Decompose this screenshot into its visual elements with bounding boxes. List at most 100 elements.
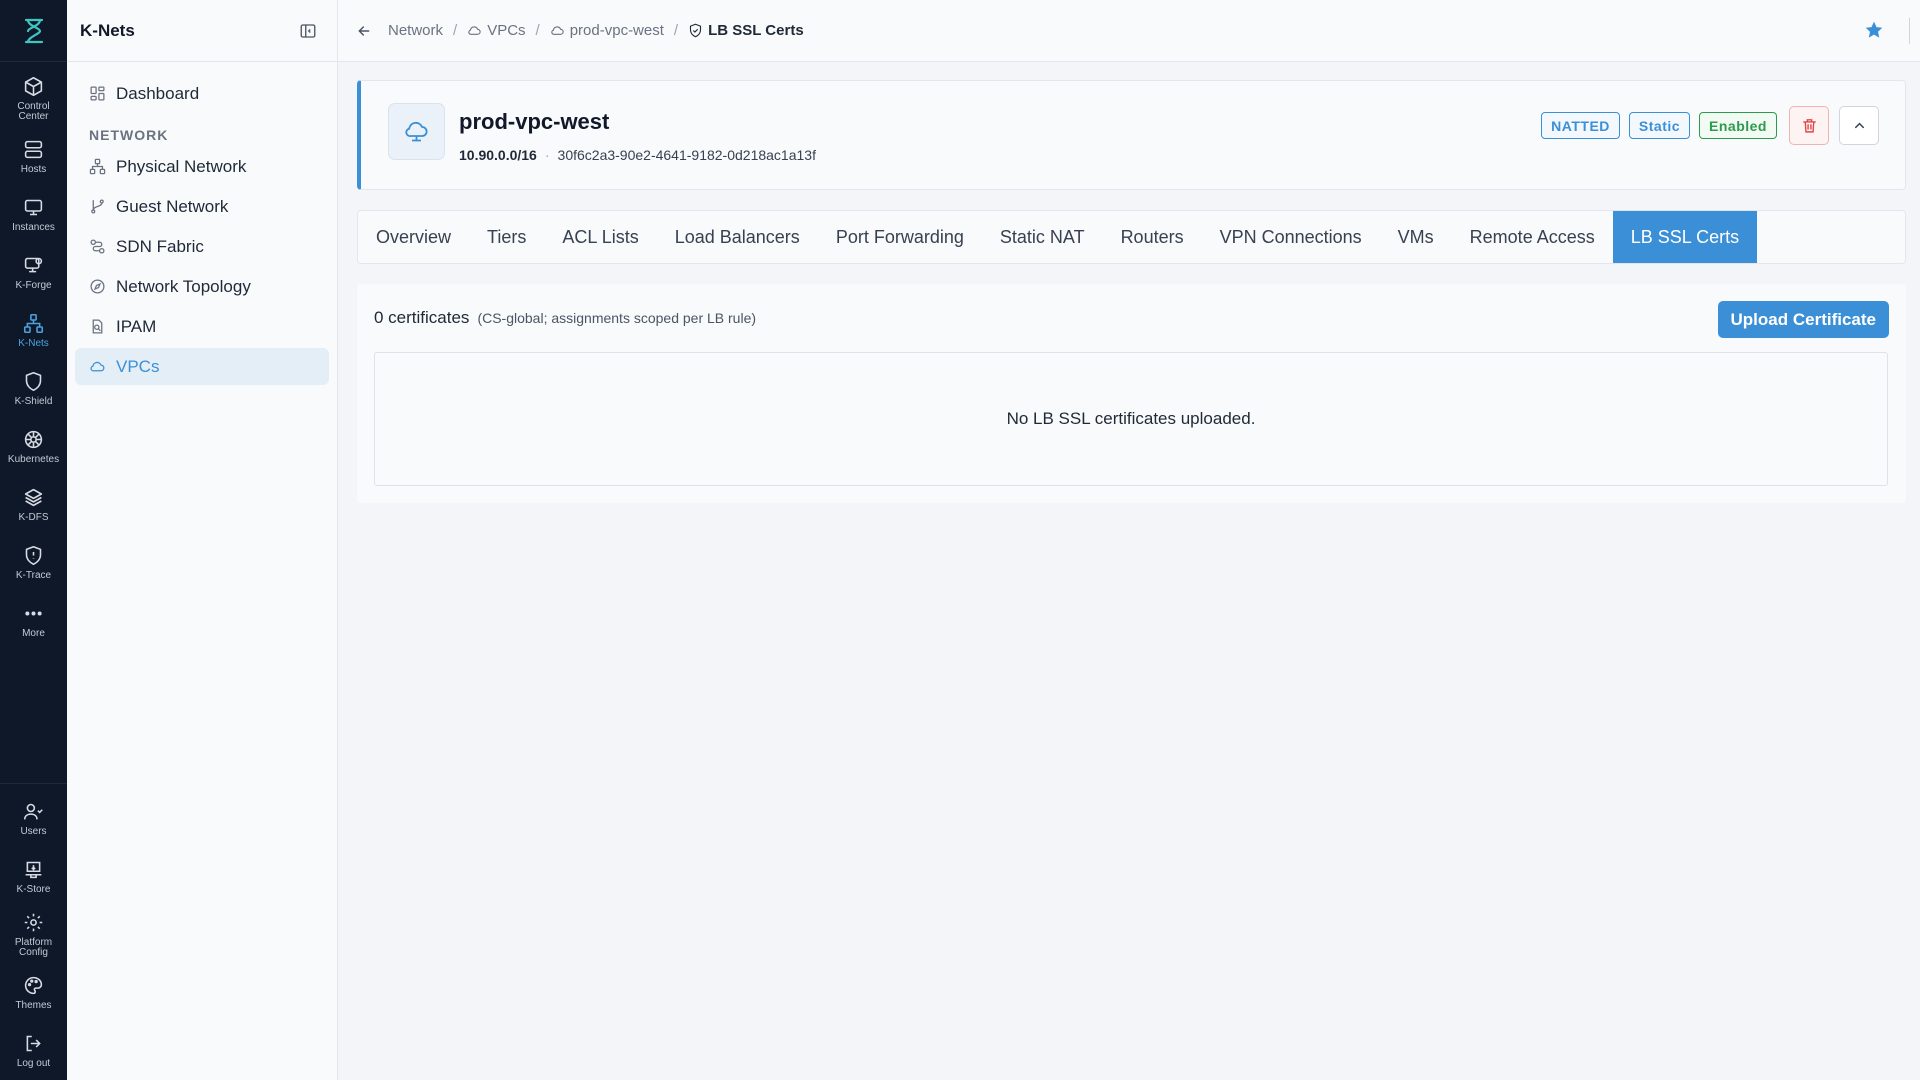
collapse-header-button[interactable] — [1839, 106, 1879, 145]
vpc-tabs: Overview Tiers ACL Lists Load Balancers … — [357, 210, 1906, 264]
sidebar-item-label: SDN Fabric — [116, 236, 204, 256]
natted-badge: NATTED — [1541, 112, 1620, 139]
layers-icon — [24, 488, 43, 507]
tab-load-balancers[interactable]: Load Balancers — [657, 211, 818, 263]
app-rail: Control Center Hosts Instances K-Forge K… — [0, 0, 67, 1080]
sidebar-header: K-Nets — [67, 0, 337, 62]
sidebar-item-network-topology[interactable]: Network Topology — [75, 268, 329, 305]
rail-label: More — [22, 628, 45, 639]
monitor-icon — [24, 199, 43, 216]
breadcrumb-vpc[interactable]: prod-vpc-west — [550, 22, 664, 39]
separator-dot: · — [544, 147, 550, 163]
sidebar-collapse-icon — [300, 23, 316, 38]
compass-icon — [90, 279, 105, 294]
tab-routers[interactable]: Routers — [1103, 211, 1202, 263]
app-logo[interactable] — [0, 0, 67, 62]
rail-item-instances[interactable]: Instances — [0, 186, 67, 244]
rail-item-hosts[interactable]: Hosts — [0, 128, 67, 186]
cert-scope-note: (CS-global; assignments scoped per LB ru… — [477, 310, 757, 326]
sidebar-item-ipam[interactable]: IPAM — [75, 308, 329, 345]
cert-count: 0 certificates — [374, 308, 470, 327]
rail-item-log-out[interactable]: Log out — [0, 1022, 67, 1080]
tab-remote-access[interactable]: Remote Access — [1452, 211, 1613, 263]
git-branch-icon — [91, 199, 104, 214]
tab-vms[interactable]: VMs — [1380, 211, 1452, 263]
breadcrumb-network[interactable]: Network — [388, 22, 443, 39]
sidebar-item-guest-network[interactable]: Guest Network — [75, 188, 329, 225]
shield-alert-icon — [25, 545, 42, 566]
rail-item-more[interactable]: More — [0, 592, 67, 650]
delete-vpc-button[interactable] — [1789, 106, 1829, 145]
cloud-icon — [90, 361, 105, 372]
shield-icon — [25, 371, 42, 392]
tab-vpn-connections[interactable]: VPN Connections — [1202, 211, 1380, 263]
enabled-badge: Enabled — [1699, 112, 1777, 139]
shield-check-icon — [690, 23, 702, 38]
breadcrumb-label: LB SSL Certs — [708, 22, 804, 39]
forge-icon — [24, 257, 43, 273]
module-sidebar: K-Nets Dashboard NETWORK Physical Networ… — [67, 0, 338, 1080]
tab-static-nat[interactable]: Static NAT — [982, 211, 1103, 263]
favorite-button[interactable] — [1864, 20, 1884, 40]
trash-icon — [1802, 119, 1816, 133]
rail-item-k-store[interactable]: K-Store — [0, 848, 67, 906]
empty-state: No LB SSL certificates uploaded. — [374, 352, 1888, 486]
sidebar-item-label: Network Topology — [116, 276, 251, 296]
sidebar-item-label: Physical Network — [116, 156, 247, 176]
sidebar-item-vpcs[interactable]: VPCs — [75, 348, 329, 385]
hourglass-logo-icon — [24, 18, 43, 43]
more-icon — [25, 611, 42, 616]
tab-acl-lists[interactable]: ACL Lists — [544, 211, 656, 263]
rail-item-k-trace[interactable]: K-Trace — [0, 534, 67, 592]
rail-item-k-nets[interactable]: K-Nets — [0, 302, 67, 360]
sidebar-item-label: Dashboard — [116, 83, 200, 103]
rail-item-platform-config[interactable]: Platform Config — [0, 906, 67, 964]
rail-label: Log out — [16, 1058, 51, 1069]
tab-tiers[interactable]: Tiers — [469, 211, 544, 263]
helm-icon — [24, 430, 43, 449]
rail-label: Themes — [15, 1000, 52, 1011]
breadcrumb-separator: / — [535, 22, 540, 39]
rail-item-k-shield[interactable]: K-Shield — [0, 360, 67, 418]
rail-item-k-dfs[interactable]: K-DFS — [0, 476, 67, 534]
rail-label: K-Trace — [15, 570, 52, 581]
rail-item-themes[interactable]: Themes — [0, 964, 67, 1022]
tab-lb-ssl-certs[interactable]: LB SSL Certs — [1612, 211, 1758, 263]
collapse-sidebar-button[interactable] — [299, 22, 317, 40]
topbar: Network / VPCs / prod-vpc-west / LB SSL … — [338, 0, 1920, 62]
static-badge: Static — [1628, 112, 1691, 139]
back-button[interactable] — [356, 23, 372, 39]
star-icon — [1865, 21, 1883, 38]
rail-item-control-center[interactable]: Control Center — [0, 70, 67, 128]
rail-label: Control Center — [17, 101, 50, 122]
upload-certificate-button[interactable]: Upload Certificate — [1717, 301, 1889, 338]
sidebar-title: K-Nets — [80, 20, 135, 40]
rail-label: K-Forge — [15, 280, 52, 291]
tab-port-forwarding[interactable]: Port Forwarding — [818, 211, 982, 263]
rail-label: K-Store — [16, 884, 51, 895]
sidebar-item-label: Guest Network — [116, 196, 229, 216]
rail-label: K-DFS — [18, 512, 49, 523]
breadcrumb-vpcs[interactable]: VPCs — [467, 22, 526, 39]
sidebar-item-physical-network[interactable]: Physical Network — [75, 148, 329, 185]
breadcrumb-label: prod-vpc-west — [569, 22, 664, 39]
rail-label: Kubernetes — [7, 454, 60, 465]
users-icon — [23, 803, 43, 820]
sidebar-item-dashboard[interactable]: Dashboard — [75, 75, 329, 112]
rail-item-kubernetes[interactable]: Kubernetes — [0, 418, 67, 476]
dashboard-icon — [90, 86, 105, 101]
rail-item-k-forge[interactable]: K-Forge — [0, 244, 67, 302]
vpc-subtitle: 10.90.0.0/16 · 30f6c2a3-90e2-4641-9182-0… — [459, 147, 816, 163]
tab-overview[interactable]: Overview — [358, 211, 469, 263]
rail-label: Users — [20, 826, 47, 837]
sidebar-item-label: VPCs — [116, 356, 160, 376]
breadcrumb-label: VPCs — [487, 22, 526, 39]
route-icon — [90, 239, 105, 254]
rail-item-users[interactable]: Users — [0, 790, 67, 848]
breadcrumb-separator: / — [453, 22, 458, 39]
vpc-cidr: 10.90.0.0/16 — [459, 147, 537, 163]
vpc-icon-tile — [388, 103, 445, 160]
sidebar-item-sdn-fabric[interactable]: SDN Fabric — [75, 228, 329, 265]
vpc-header-card: prod-vpc-west 10.90.0.0/16 · 30f6c2a3-90… — [357, 80, 1906, 190]
sidebar-item-label: IPAM — [116, 316, 157, 336]
